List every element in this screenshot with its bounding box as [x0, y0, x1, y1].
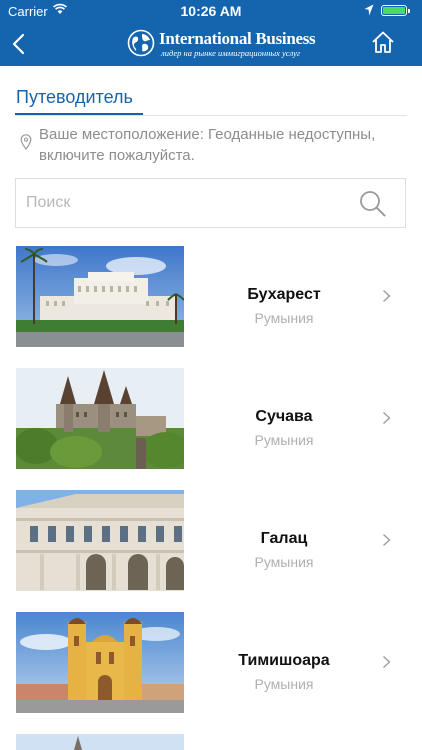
brand-logo: International Business лидер на рынке им… [127, 27, 316, 61]
city-photo [16, 612, 184, 713]
city-name: Тимишоара [238, 652, 330, 669]
home-button[interactable] [371, 30, 395, 54]
search-icon[interactable] [359, 190, 386, 217]
city-name: Сучава [255, 408, 313, 425]
city-country: Румыния [254, 432, 314, 448]
city-photo [16, 490, 184, 591]
city-name: Бухарест [247, 286, 321, 303]
list-item[interactable]: Сучава Румыния [15, 368, 407, 470]
header-bar: International Business лидер на рынке им… [0, 22, 422, 66]
list-item[interactable]: Бухарест Румыния [15, 246, 407, 348]
city-country: Румыния [254, 676, 314, 692]
search-input[interactable] [26, 179, 346, 227]
map-pin-icon [20, 134, 32, 150]
tab-guide[interactable]: Путеводитель [16, 87, 133, 108]
chevron-right-icon [383, 534, 391, 546]
status-bar: Carrier 10:26 AM [0, 0, 422, 22]
city-photo [16, 246, 184, 347]
status-time: 10:26 AM [180, 3, 242, 19]
list-item[interactable]: Галац Румыния [15, 490, 407, 592]
list-item[interactable] [15, 734, 407, 750]
chevron-right-icon [383, 656, 391, 668]
city-country: Румыния [254, 310, 314, 326]
city-country: Румыния [254, 554, 314, 570]
chevron-right-icon [383, 290, 391, 302]
location-text: Ваше местоположение: Геоданные недоступн… [39, 126, 376, 164]
location-arrow-icon [364, 4, 374, 16]
brand-name: International Business [159, 29, 316, 48]
city-name: Галац [260, 530, 308, 547]
search-box [15, 178, 406, 228]
back-button[interactable] [10, 32, 30, 56]
globe-icon [127, 29, 155, 57]
divider [15, 115, 407, 116]
city-photo [16, 368, 184, 469]
chevron-right-icon [383, 412, 391, 424]
battery-icon [381, 5, 410, 16]
brand-tagline: лидер на рынке иммиграционных услуг [161, 48, 301, 58]
city-photo [16, 734, 184, 750]
list-item[interactable]: Тимишоара Румыния [15, 612, 407, 714]
